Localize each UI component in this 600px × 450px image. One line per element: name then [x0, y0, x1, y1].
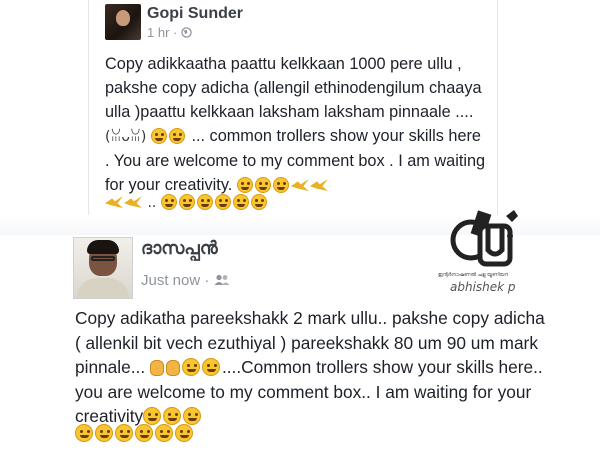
bird-icon [124, 196, 142, 208]
laughing-emoji-icon [95, 424, 113, 442]
laughing-emoji-icon [196, 194, 213, 210]
grinning-emoji-icon [201, 358, 220, 376]
avatar[interactable] [105, 4, 141, 40]
emoji-sequence: (ꈍᴗꈍ) [105, 127, 191, 145]
grinning-emoji-icon [163, 407, 182, 425]
grinning-emoji-icon [143, 407, 162, 425]
bird-icon [290, 179, 309, 191]
post-author-name[interactable]: Gopi Sunder [147, 5, 243, 23]
ok-hand-icon [149, 360, 164, 376]
post-timestamp[interactable]: Just now [141, 272, 200, 289]
grinning-emoji-icon [183, 407, 202, 425]
post-body: Copy adikkaatha paattu kelkkaan 1000 per… [105, 52, 490, 197]
post-timestamp[interactable]: 1 hr [147, 25, 169, 40]
grinning-emoji-icon [150, 128, 167, 144]
dots: .. [147, 195, 157, 211]
post-author-name[interactable]: ദാസപ്പൻ [141, 238, 218, 259]
sleeping-emoji-icon [236, 177, 253, 193]
laughing-emoji-icon [232, 194, 249, 210]
laughing-emoji-icon [115, 424, 133, 442]
laughing-emoji-icon [178, 194, 195, 210]
grinning-emoji-icon [168, 128, 185, 144]
sleeping-emoji-icon [254, 177, 271, 193]
bird-icon [105, 196, 123, 208]
avatar[interactable] [73, 237, 133, 299]
laughing-emoji-icon [135, 424, 153, 442]
post-meta: 1 hr · [147, 25, 192, 40]
laughing-emoji-icon [75, 424, 93, 442]
laughing-emoji-icon [214, 194, 231, 210]
logo-caption: ഇന്റർനാഷണൽ ചളു യൂണിയൻ [438, 272, 508, 278]
laughing-emoji-icon [175, 424, 193, 442]
emoji-row [75, 424, 375, 446]
grinning-emoji-icon [181, 358, 200, 376]
thumbs-up-icon [165, 360, 180, 376]
emoji-row: .. [105, 194, 490, 214]
bird-icon [309, 179, 328, 191]
friends-icon [214, 272, 230, 289]
separator-dot: · [173, 25, 181, 40]
globe-icon [181, 25, 192, 40]
original-post-card: Gopi Sunder 1 hr · Copy adikkaatha paatt… [88, 0, 498, 220]
watermark-credit: abhishek p [450, 280, 516, 294]
separator-dot: · [204, 272, 214, 289]
sleeping-emoji-icon [272, 177, 289, 193]
post-body: Copy adikatha pareekshakk 2 mark ullu.. … [75, 306, 545, 429]
laughing-emoji-icon [155, 424, 173, 442]
laughing-emoji-icon [250, 194, 267, 210]
laughing-emoji-icon [160, 194, 177, 210]
post-text: Copy adikkaatha paattu kelkkaan 1000 per… [105, 55, 482, 121]
post-meta: Just now · [141, 272, 230, 289]
